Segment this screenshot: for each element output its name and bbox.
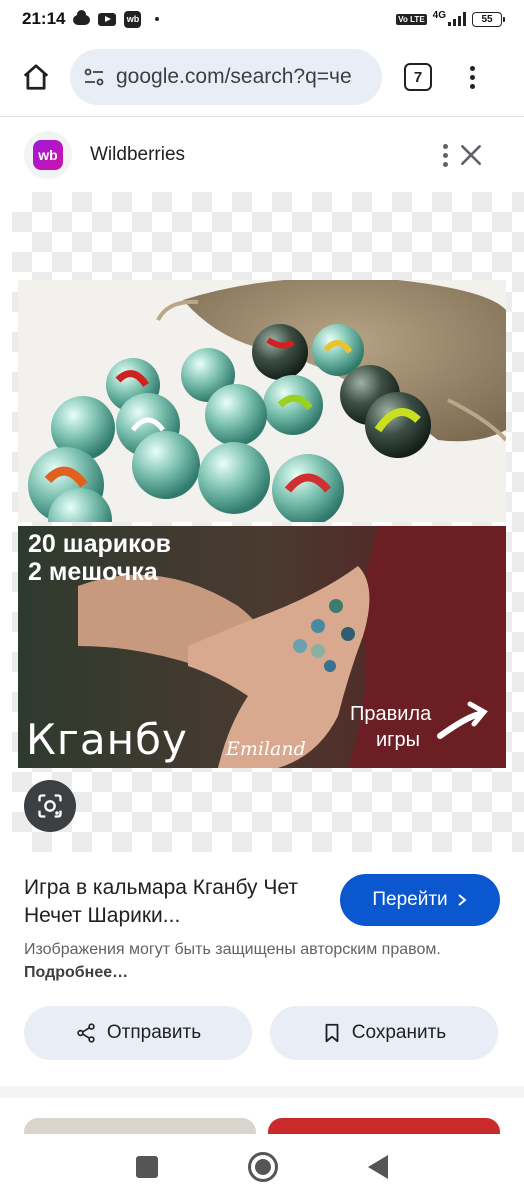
toolbar-divider: [0, 116, 524, 117]
lens-icon: [38, 794, 62, 818]
next-result-thumb[interactable]: [24, 1118, 256, 1134]
recent-apps-icon[interactable]: [136, 1156, 158, 1178]
next-result-thumb[interactable]: [268, 1118, 500, 1134]
bookmark-icon: [325, 1023, 339, 1043]
result-title[interactable]: Игра в кальмара Кганбу Чет Нечет Шарики.…: [24, 874, 314, 930]
google-lens-button[interactable]: [24, 780, 76, 832]
home-icon: [23, 64, 49, 90]
site-more-options-icon[interactable]: [443, 143, 448, 167]
wildberries-logo-icon: wb: [33, 140, 63, 170]
status-time: 21:14: [22, 9, 66, 28]
youtube-icon: [98, 12, 117, 26]
chevron-right-icon: [458, 894, 467, 906]
next-results-peek: [0, 1098, 524, 1134]
section-separator: [0, 1086, 524, 1098]
more-notifications-icon: [155, 17, 160, 21]
share-icon: [77, 1023, 95, 1043]
status-bar: 21:14 wb Vo LTE 4G 55: [0, 0, 524, 38]
copyright-notice: Изображения могут быть защищены авторски…: [24, 938, 464, 984]
share-button[interactable]: Отправить: [24, 1006, 252, 1060]
site-name[interactable]: Wildberries: [90, 144, 185, 166]
learn-more-link[interactable]: Подробнее…: [24, 964, 128, 981]
overlay-rules-line1: Правила: [350, 703, 432, 725]
volte-icon: Vo LTE: [396, 13, 427, 25]
more-options-icon[interactable]: [462, 65, 482, 89]
browser-toolbar: google.com/search?q=че 7: [0, 38, 524, 116]
home-button[interactable]: [14, 55, 58, 99]
system-navigation-bar: [0, 1134, 524, 1200]
overlay-title: Кганбу: [26, 715, 188, 764]
site-header: wb Wildberries: [0, 128, 524, 182]
overlay-count-text: 20 шариков: [28, 530, 171, 558]
hands-photo: 20 шариков 2 мешочка Кганбу Emiland Прав…: [18, 526, 506, 768]
overlay-rules-line2: игры: [376, 729, 420, 751]
battery-indicator: 55: [472, 11, 505, 27]
wildberries-notification-icon: wb: [124, 10, 142, 28]
back-icon[interactable]: [368, 1155, 388, 1179]
visit-button-label: Перейти: [372, 889, 448, 910]
save-button-label: Сохранить: [351, 1022, 447, 1043]
visit-button[interactable]: Перейти: [340, 874, 500, 926]
address-bar[interactable]: google.com/search?q=че: [70, 49, 382, 105]
home-nav-icon[interactable]: [248, 1152, 278, 1182]
network-type: 4G: [432, 9, 446, 21]
site-logo[interactable]: wb: [24, 131, 72, 179]
copyright-text: Изображения могут быть защищены авторски…: [24, 941, 441, 958]
url-text[interactable]: google.com/search?q=че: [116, 65, 352, 89]
image-preview[interactable]: 20 шариков 2 мешочка Кганбу Emiland Прав…: [12, 192, 524, 852]
signal-icon: [448, 12, 466, 26]
overlay-bags-text: 2 мешочка: [28, 558, 158, 586]
save-button[interactable]: Сохранить: [270, 1006, 498, 1060]
close-icon[interactable]: [458, 142, 484, 168]
marbles-photo: [18, 280, 506, 522]
result-info-panel: Игра в кальмара Кганбу Чет Нечет Шарики.…: [0, 856, 524, 1086]
overlay-brand: Emiland: [226, 738, 306, 760]
tab-switcher-button[interactable]: 7: [404, 63, 432, 91]
share-button-label: Отправить: [106, 1022, 202, 1043]
cloud-icon: [73, 10, 91, 25]
site-settings-icon[interactable]: [82, 65, 106, 89]
